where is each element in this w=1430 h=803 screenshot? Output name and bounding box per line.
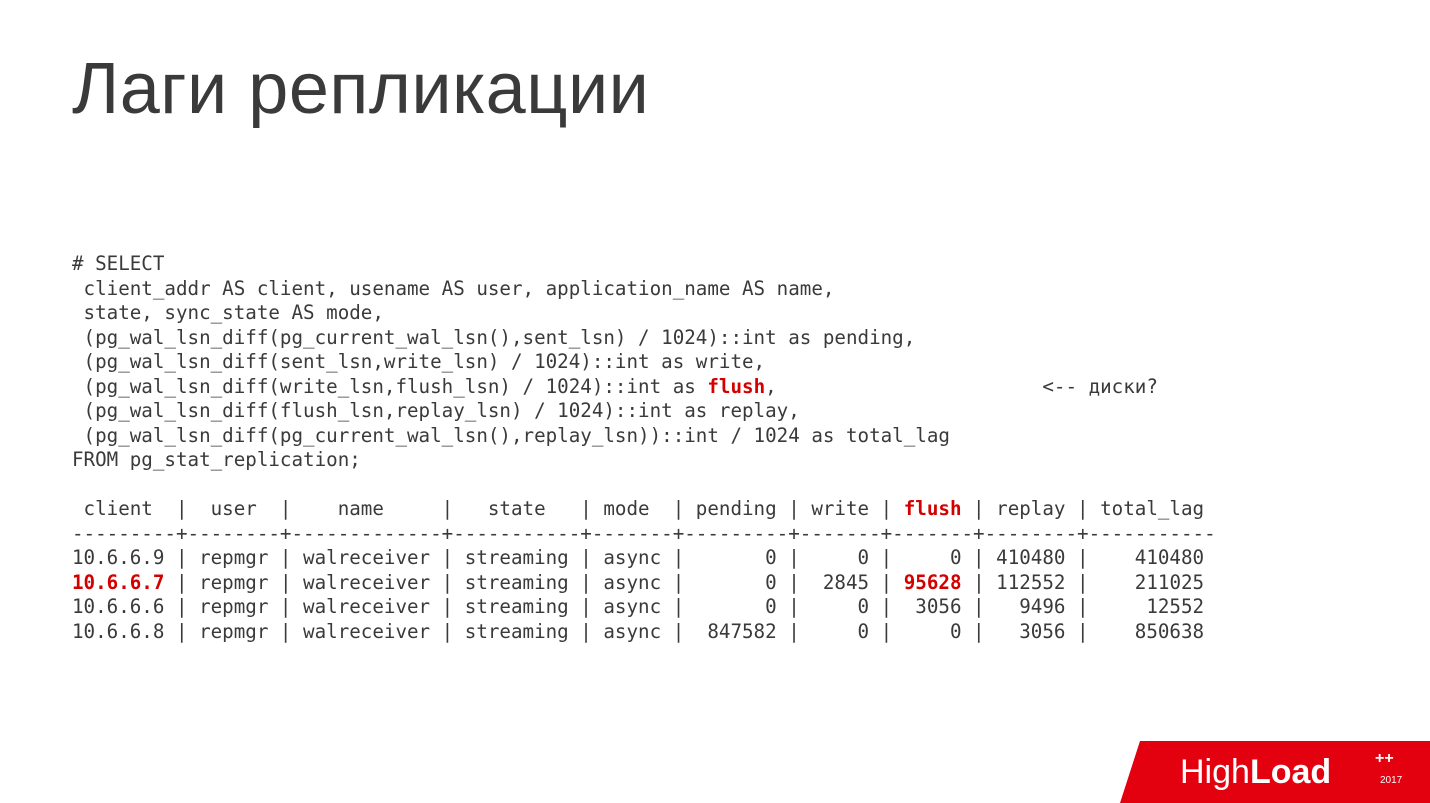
highload-logo: HighLoad ++ 2017 xyxy=(1110,733,1430,803)
sql-line: , <-- диски? xyxy=(765,375,1158,398)
slide: Лаги репликации # SELECT client_addr AS … xyxy=(0,0,1430,803)
table-row: | 112552 | 211025 xyxy=(962,571,1205,594)
sql-line: FROM pg_stat_replication; xyxy=(72,448,361,471)
code-block: # SELECT client_addr AS client, usename … xyxy=(72,252,1216,644)
highlight-ip: 10.6.6.7 xyxy=(72,571,164,594)
sql-line: (pg_wal_lsn_diff(pg_current_wal_lsn(),re… xyxy=(72,424,950,447)
logo-text-thin: High xyxy=(1180,753,1250,791)
sql-line: (pg_wal_lsn_diff(pg_current_wal_lsn(),se… xyxy=(72,326,915,349)
sql-line: # SELECT xyxy=(72,252,164,275)
slide-title: Лаги репликации xyxy=(72,48,649,130)
highlight-flush: flush xyxy=(707,375,765,398)
logo-plus: ++ xyxy=(1375,750,1394,767)
table-row: 10.6.6.6 | repmgr | walreceiver | stream… xyxy=(72,595,1204,618)
table-separator: ---------+--------+-------------+-------… xyxy=(72,522,1216,545)
sql-line: (pg_wal_lsn_diff(write_lsn,flush_lsn) / … xyxy=(72,375,707,398)
sql-line: (pg_wal_lsn_diff(sent_lsn,write_lsn) / 1… xyxy=(72,350,765,373)
sql-line: client_addr AS client, usename AS user, … xyxy=(72,277,834,300)
highlight-flush-col: flush xyxy=(904,497,962,520)
table-header: | replay | total_lag xyxy=(962,497,1205,520)
table-row: 10.6.6.9 | repmgr | walreceiver | stream… xyxy=(72,546,1204,569)
table-row: 10.6.6.8 | repmgr | walreceiver | stream… xyxy=(72,620,1204,643)
sql-line: (pg_wal_lsn_diff(flush_lsn,replay_lsn) /… xyxy=(72,399,800,422)
sql-line: state, sync_state AS mode, xyxy=(72,301,384,324)
svg-text:HighLoad: HighLoad xyxy=(1180,753,1331,791)
logo-text-bold: Load xyxy=(1250,753,1331,791)
highlight-flush-val: 95628 xyxy=(904,571,962,594)
logo-year: 2017 xyxy=(1380,775,1403,786)
table-header: client | user | name | state | mode | pe… xyxy=(72,497,904,520)
table-row: | repmgr | walreceiver | streaming | asy… xyxy=(164,571,903,594)
